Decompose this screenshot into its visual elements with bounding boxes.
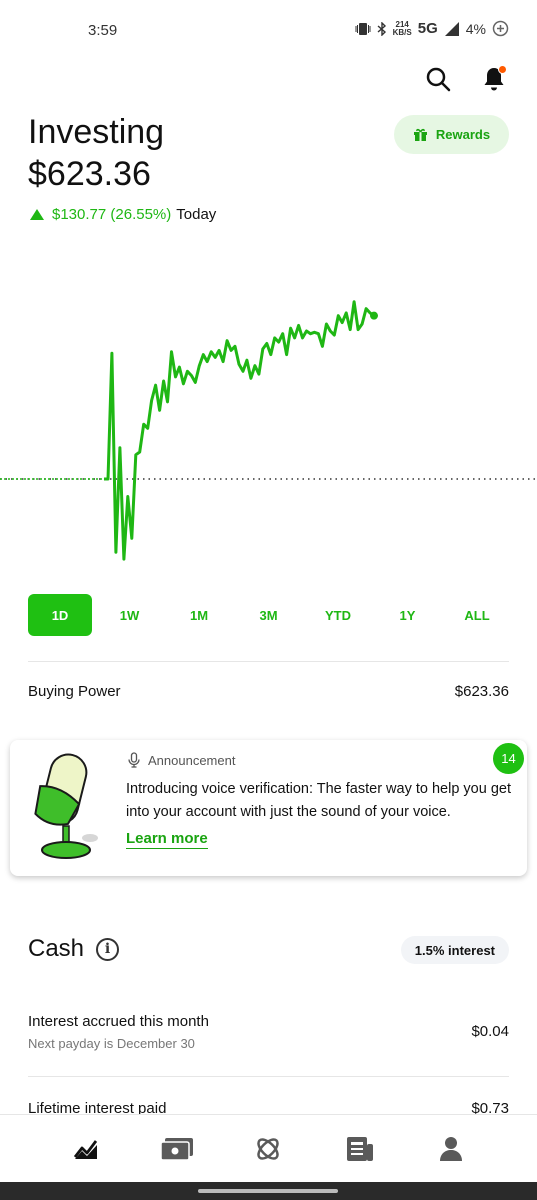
interest-rate-pill[interactable]: 1.5% interest bbox=[400, 936, 509, 964]
change-period: Today bbox=[176, 206, 217, 223]
divider bbox=[28, 661, 509, 662]
nav-cards[interactable] bbox=[159, 1131, 195, 1167]
network-speed: 214 KB/S bbox=[392, 19, 412, 37]
notifications-button[interactable] bbox=[479, 64, 509, 94]
portfolio-balance: $623.36 bbox=[28, 155, 151, 193]
network-type: 5G bbox=[417, 20, 438, 37]
range-tab-1w[interactable]: 1W bbox=[98, 594, 162, 636]
page-title: Investing bbox=[28, 113, 165, 151]
next-payday-text: Next payday is December 30 bbox=[28, 1036, 195, 1051]
range-tab-all[interactable]: ALL bbox=[445, 594, 509, 636]
up-arrow-icon bbox=[30, 209, 44, 220]
nav-crypto[interactable] bbox=[250, 1131, 286, 1167]
investing-icon bbox=[73, 1139, 97, 1159]
interest-accrued-value: $0.04 bbox=[471, 1023, 509, 1040]
nav-account[interactable] bbox=[433, 1131, 469, 1167]
nav-investing[interactable] bbox=[68, 1131, 104, 1167]
crypto-icon bbox=[257, 1137, 280, 1160]
learn-more-link[interactable]: Learn more bbox=[126, 830, 208, 849]
buying-power-value: $623.36 bbox=[454, 683, 509, 700]
range-tab-3m[interactable]: 3M bbox=[237, 594, 301, 636]
news-icon bbox=[346, 1136, 373, 1161]
top-actions bbox=[423, 64, 509, 94]
announcement-header: Announcement bbox=[128, 752, 235, 768]
gift-icon bbox=[413, 128, 427, 141]
rewards-button[interactable]: Rewards bbox=[394, 115, 509, 154]
range-tab-1d[interactable]: 1D bbox=[28, 594, 92, 636]
announcement-heading: Announcement bbox=[148, 752, 236, 768]
interest-accrued-label: Interest accrued this month bbox=[28, 1013, 209, 1030]
announcement-count-badge: 14 bbox=[493, 743, 524, 774]
status-time: 3:59 bbox=[88, 22, 118, 39]
system-gesture-bar bbox=[0, 1182, 537, 1200]
vibrate-icon bbox=[355, 22, 371, 35]
status-icons: 214 KB/S 5G 4% bbox=[355, 20, 509, 37]
signal-icon bbox=[444, 21, 459, 36]
portfolio-chart-svg bbox=[0, 300, 537, 561]
range-tab-ytd[interactable]: YTD bbox=[306, 594, 370, 636]
nav-news[interactable] bbox=[342, 1131, 378, 1167]
account-icon bbox=[440, 1136, 463, 1161]
bluetooth-icon bbox=[377, 21, 386, 36]
change-amount: $130.77 (26.55%) bbox=[52, 206, 172, 223]
microphone-icon bbox=[128, 752, 140, 768]
range-tab-1m[interactable]: 1M bbox=[167, 594, 231, 636]
battery-saver-icon bbox=[492, 20, 509, 37]
portfolio-chart[interactable] bbox=[0, 240, 537, 590]
notification-dot bbox=[498, 65, 507, 74]
announcement-text: Introducing voice verification: The fast… bbox=[126, 781, 512, 820]
range-tabs: 1D 1W 1M 3M YTD 1Y ALL bbox=[28, 594, 509, 636]
chart-end-point bbox=[370, 311, 378, 320]
announcement-card[interactable]: Announcement Introducing voice verificat… bbox=[10, 740, 527, 876]
status-bar: 3:59 214 KB/S 5G 4% bbox=[0, 0, 537, 62]
buying-power-label: Buying Power bbox=[28, 683, 121, 700]
search-icon bbox=[426, 67, 451, 92]
cash-section-title: Cash i bbox=[28, 935, 120, 963]
card-icon bbox=[160, 1137, 194, 1161]
battery-percent: 4% bbox=[465, 20, 486, 37]
bottom-navigation bbox=[0, 1114, 537, 1182]
search-button[interactable] bbox=[423, 64, 453, 94]
portfolio-change: $130.77 (26.55%) Today bbox=[30, 206, 216, 223]
divider bbox=[28, 1076, 509, 1077]
rewards-label: Rewards bbox=[435, 127, 491, 142]
info-icon[interactable]: i bbox=[96, 937, 120, 961]
chart-line bbox=[104, 300, 375, 561]
microphone-illustration bbox=[34, 753, 98, 859]
cash-title: Cash bbox=[28, 935, 85, 962]
gesture-handle[interactable] bbox=[198, 1189, 338, 1193]
range-tab-1y[interactable]: 1Y bbox=[376, 594, 440, 636]
buying-power-row[interactable]: Buying Power $623.36 bbox=[28, 683, 509, 700]
